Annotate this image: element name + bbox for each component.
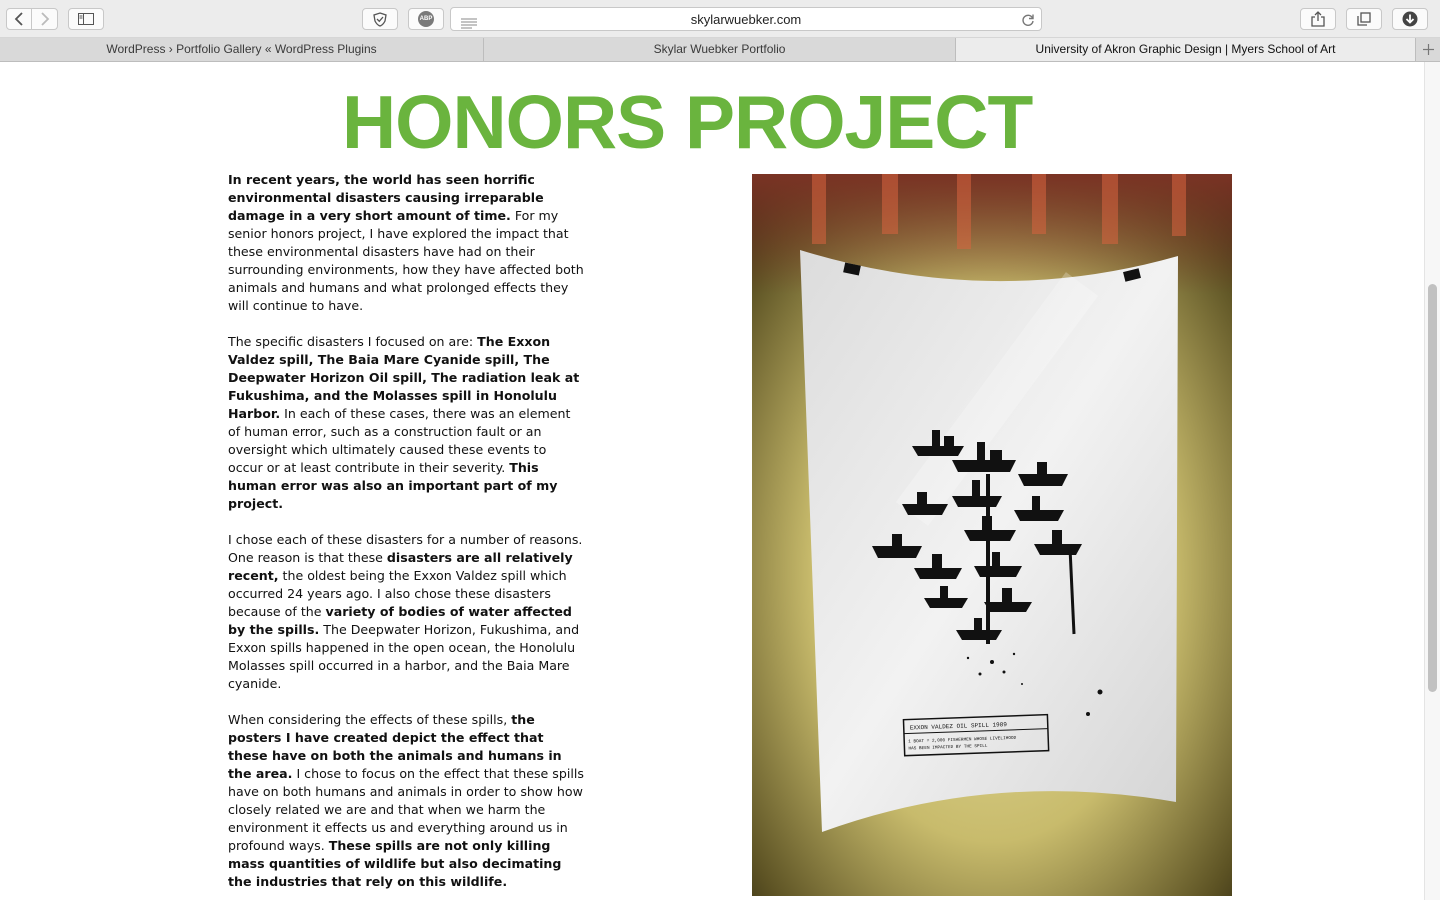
forward-button[interactable] (32, 8, 58, 30)
tab-university-akron[interactable]: University of Akron Graphic Design | Mye… (956, 38, 1416, 61)
adblock-icon: ABP (418, 11, 434, 27)
reload-icon[interactable] (1021, 12, 1035, 31)
back-button[interactable] (6, 8, 32, 30)
tabs-icon (1357, 12, 1371, 26)
downloads-button[interactable] (1392, 8, 1428, 30)
show-tabs-button[interactable] (1346, 8, 1382, 30)
article-paragraph: I chose each of these disasters for a nu… (228, 531, 584, 693)
browser-toolbar: ABP skylarwuebker.com (0, 0, 1440, 38)
privacy-button[interactable] (362, 8, 398, 30)
vertical-scrollbar[interactable] (1424, 62, 1440, 900)
shield-icon (373, 11, 387, 27)
page-content: HONORS PROJECT In recent years, the worl… (0, 62, 1424, 900)
tab-label: WordPress › Portfolio Gallery « WordPres… (106, 42, 377, 56)
share-icon (1311, 11, 1325, 27)
address-url[interactable]: skylarwuebker.com (451, 12, 1041, 27)
emphasis-text: In recent years, the world has seen horr… (228, 172, 544, 223)
tab-label: Skylar Wuebker Portfolio (653, 42, 786, 56)
tab-wordpress-plugins[interactable]: WordPress › Portfolio Gallery « WordPres… (0, 38, 484, 61)
new-tab-icon (1422, 44, 1434, 55)
article-paragraph: In recent years, the world has seen horr… (228, 171, 584, 315)
back-icon (14, 12, 23, 26)
body-text: For my senior honors project, I have exp… (228, 208, 584, 313)
article-paragraph: When considering the effects of these sp… (228, 711, 584, 891)
body-text: When considering the effects of these sp… (228, 712, 512, 727)
new-tab-button[interactable] (1416, 38, 1440, 61)
forward-icon (40, 12, 49, 26)
tab-bar: WordPress › Portfolio Gallery « WordPres… (0, 38, 1440, 62)
article-body: In recent years, the world has seen horr… (228, 171, 584, 900)
article-paragraph: The specific disasters I focused on are:… (228, 333, 584, 513)
page-title: HONORS PROJECT (342, 80, 1033, 164)
address-bar[interactable]: skylarwuebker.com (450, 7, 1042, 31)
tab-label: University of Akron Graphic Design | Mye… (1035, 42, 1336, 56)
scrollbar-thumb[interactable] (1428, 284, 1437, 692)
poster-photo: EXXON VALDEZ OIL SPILL 1989 1 BOAT = 2,0… (752, 174, 1232, 896)
download-icon (1402, 11, 1418, 27)
adblock-button[interactable]: ABP (408, 8, 444, 30)
share-button[interactable] (1300, 8, 1336, 30)
body-text: The specific disasters I focused on are: (228, 334, 478, 349)
sidebar-icon (78, 13, 94, 25)
tab-skylar-portfolio[interactable]: Skylar Wuebker Portfolio (484, 38, 956, 61)
sidebar-button[interactable] (68, 8, 104, 30)
